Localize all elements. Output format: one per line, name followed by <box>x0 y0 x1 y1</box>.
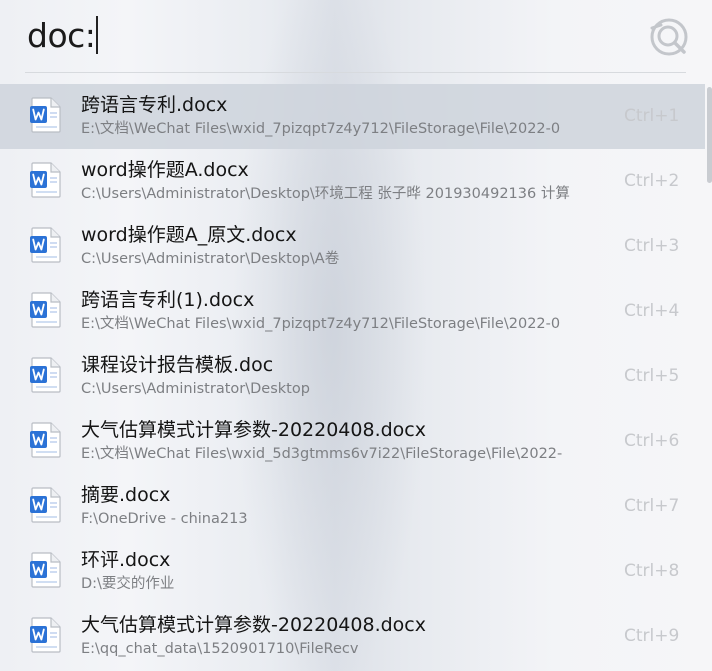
result-row[interactable]: 大气估算模式计算参数-20220408.docx E:\qq_chat_data… <box>0 604 705 669</box>
result-row[interactable]: 跨语言专利(1).docx E:\文档\WeChat Files\wxid_7p… <box>0 279 705 344</box>
result-row[interactable]: 大气估算模式计算参数-20220408.docx E:\文档\WeChat Fi… <box>0 409 705 474</box>
result-row[interactable]: 课程设计报告模板.doc C:\Users\Administrator\Desk… <box>0 344 705 409</box>
search-bar: doc: <box>0 0 712 72</box>
results-list: 跨语言专利.docx E:\文档\WeChat Files\wxid_7pizq… <box>0 84 705 669</box>
result-title: word操作题A_原文.docx <box>81 224 297 246</box>
word-document-icon <box>30 357 61 393</box>
result-shortcut: Ctrl+3 <box>624 236 680 256</box>
result-row[interactable]: 跨语言专利.docx E:\文档\WeChat Files\wxid_7pizq… <box>0 84 705 149</box>
result-path: C:\Users\Administrator\Desktop <box>81 381 310 397</box>
text-caret <box>96 16 98 54</box>
word-document-icon <box>30 97 61 133</box>
result-path: E:\文档\WeChat Files\wxid_7pizqpt7z4y712\F… <box>81 121 561 137</box>
result-path: C:\Users\Administrator\Desktop\A卷 <box>81 251 340 267</box>
word-document-icon <box>30 422 61 458</box>
result-title: 大气估算模式计算参数-20220408.docx <box>81 419 426 441</box>
result-row[interactable]: 摘要.docx F:\OneDrive - china213 Ctrl+7 <box>0 474 705 539</box>
result-title: 跨语言专利(1).docx <box>81 289 255 311</box>
result-path: C:\Users\Administrator\Desktop\环境工程 张子晔 … <box>81 186 570 202</box>
search-input[interactable]: doc: <box>27 14 98 58</box>
result-title: 摘要.docx <box>81 484 171 506</box>
search-app-logo-icon[interactable] <box>648 16 690 58</box>
result-path: D:\要交的作业 <box>81 576 175 592</box>
word-document-icon <box>30 292 61 328</box>
result-shortcut: Ctrl+1 <box>624 106 680 126</box>
word-document-icon <box>30 617 61 653</box>
result-shortcut: Ctrl+8 <box>624 561 680 581</box>
word-document-icon <box>30 162 61 198</box>
result-shortcut: Ctrl+5 <box>624 366 680 386</box>
result-row[interactable]: word操作题A_原文.docx C:\Users\Administrator\… <box>0 214 705 279</box>
result-title: word操作题A.docx <box>81 159 249 181</box>
scrollbar-thumb[interactable] <box>707 87 712 183</box>
result-title: 环评.docx <box>81 549 171 571</box>
result-title: 跨语言专利.docx <box>81 94 228 116</box>
result-shortcut: Ctrl+4 <box>624 301 680 321</box>
result-path: E:\文档\WeChat Files\wxid_7pizqpt7z4y712\F… <box>81 316 561 332</box>
result-row[interactable]: 环评.docx D:\要交的作业 Ctrl+8 <box>0 539 705 604</box>
results-scrollbar[interactable] <box>705 84 712 671</box>
word-document-icon <box>30 552 61 588</box>
result-title: 课程设计报告模板.doc <box>81 354 274 376</box>
search-divider <box>25 72 686 73</box>
result-row[interactable]: word操作题A.docx C:\Users\Administrator\Des… <box>0 149 705 214</box>
result-shortcut: Ctrl+6 <box>624 431 680 451</box>
result-title: 大气估算模式计算参数-20220408.docx <box>81 614 426 636</box>
result-path: E:\文档\WeChat Files\wxid_5d3gtmms6v7i22\F… <box>81 446 563 462</box>
result-shortcut: Ctrl+2 <box>624 171 680 191</box>
result-shortcut: Ctrl+7 <box>624 496 680 516</box>
word-document-icon <box>30 227 61 263</box>
result-path: F:\OneDrive - china213 <box>81 511 248 527</box>
word-document-icon <box>30 487 61 523</box>
result-shortcut: Ctrl+9 <box>624 626 680 646</box>
search-query-text: doc: <box>27 16 96 55</box>
result-path: E:\qq_chat_data\1520901710\FileRecv <box>81 641 359 657</box>
